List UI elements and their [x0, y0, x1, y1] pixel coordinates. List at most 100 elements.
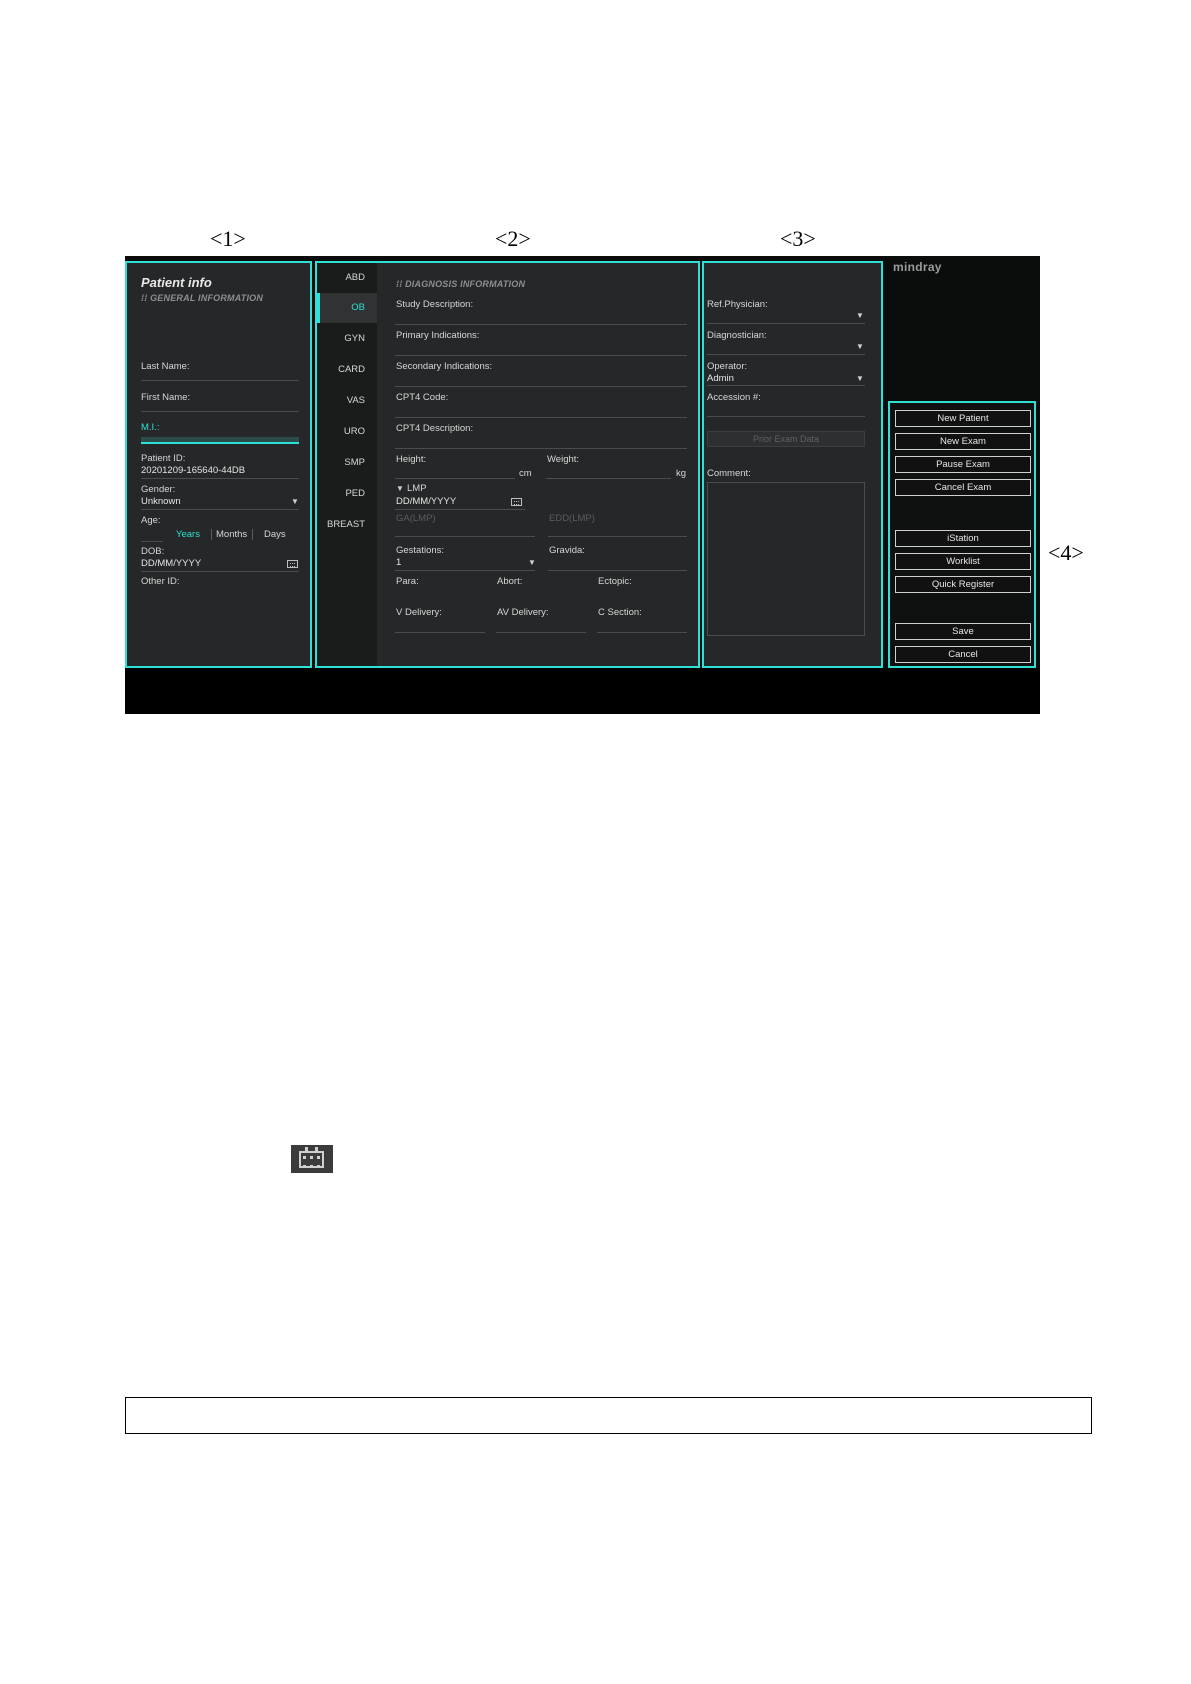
- gestations-select[interactable]: 1: [396, 557, 401, 568]
- age-label: Age:: [141, 515, 161, 526]
- primary-indications-input[interactable]: [395, 355, 687, 356]
- operator-label: Operator:: [707, 361, 748, 372]
- age-unit-days[interactable]: Days: [264, 529, 286, 540]
- v-delivery-input[interactable]: [395, 632, 485, 633]
- tab-ped[interactable]: PED: [317, 479, 377, 509]
- study-description-input[interactable]: [395, 324, 687, 325]
- tab-breast[interactable]: BREAST: [317, 510, 377, 540]
- comment-label: Comment:: [707, 468, 751, 479]
- patient-id-label: Patient ID:: [141, 453, 186, 464]
- age-unit-years[interactable]: Years: [176, 529, 200, 540]
- general-info-section: ⁞⁞ GENERAL INFORMATION: [141, 293, 264, 303]
- save-button[interactable]: Save: [895, 623, 1031, 640]
- accession-input[interactable]: [707, 416, 865, 417]
- cpt4-code-input[interactable]: [395, 417, 687, 418]
- secondary-indications-input[interactable]: [395, 386, 687, 387]
- c-section-input[interactable]: [597, 632, 687, 633]
- gestations-dropdown-icon[interactable]: ▼: [528, 558, 536, 567]
- callout-1: <1>: [210, 226, 246, 251]
- mi-input[interactable]: [141, 437, 299, 444]
- prior-exam-data-button[interactable]: Prior Exam Data: [707, 431, 865, 447]
- lmp-label: LMP: [407, 483, 427, 494]
- mi-label: M.I.:: [141, 422, 160, 433]
- lmp-expand-icon[interactable]: ▼: [396, 484, 404, 493]
- worklist-button[interactable]: Worklist: [895, 553, 1031, 570]
- tab-gyn[interactable]: GYN: [317, 324, 377, 354]
- height-unit: cm: [519, 468, 532, 479]
- ref-physician-select[interactable]: [707, 323, 865, 324]
- last-name-label: Last Name:: [141, 361, 190, 372]
- callout-4: <4>: [1048, 540, 1084, 565]
- gender-select[interactable]: Unknown: [141, 496, 181, 507]
- study-description-label: Study Description:: [396, 299, 474, 310]
- patient-id-value[interactable]: 20201209-165640-44DB: [141, 465, 245, 476]
- lmp-calendar-icon[interactable]: [511, 498, 522, 506]
- gender-dropdown-icon[interactable]: ▼: [291, 497, 299, 506]
- tab-smp[interactable]: SMP: [317, 448, 377, 478]
- weight-unit: kg: [676, 468, 687, 479]
- note-box: [125, 1397, 1092, 1434]
- operator-select[interactable]: Admin: [707, 373, 734, 384]
- v-delivery-label: V Delivery:: [396, 607, 442, 618]
- age-unit-months[interactable]: Months: [216, 529, 247, 540]
- dob-label: DOB:: [141, 546, 165, 557]
- gestations-label: Gestations:: [396, 545, 445, 556]
- tab-uro[interactable]: URO: [317, 417, 377, 447]
- abort-label: Abort:: [497, 576, 523, 587]
- edd-lmp-label: EDD(LMP): [549, 513, 595, 524]
- gender-label: Gender:: [141, 484, 176, 495]
- av-delivery-input[interactable]: [496, 632, 586, 633]
- exam-type-tabs: ABD OB GYN CARD VAS URO SMP PED BREAST: [317, 263, 377, 666]
- height-input[interactable]: [395, 478, 515, 479]
- callout-3: <3>: [780, 226, 816, 251]
- lmp-input[interactable]: DD/MM/YYYY: [396, 496, 456, 507]
- height-label: Height:: [396, 454, 427, 465]
- last-name-input[interactable]: [141, 380, 299, 381]
- tab-abd[interactable]: ABD: [317, 263, 377, 293]
- comment-textarea[interactable]: [707, 482, 865, 636]
- c-section-label: C Section:: [598, 607, 642, 618]
- diagnostician-select[interactable]: [707, 354, 865, 355]
- primary-indications-label: Primary Indications:: [396, 330, 480, 341]
- weight-input[interactable]: [546, 478, 671, 479]
- pause-exam-button[interactable]: Pause Exam: [895, 456, 1031, 473]
- bottom-bar: [125, 668, 1040, 714]
- accession-label: Accession #:: [707, 392, 761, 403]
- dob-input[interactable]: DD/MM/YYYY: [141, 558, 201, 569]
- gravida-label: Gravida:: [549, 545, 585, 556]
- istation-button[interactable]: iStation: [895, 530, 1031, 547]
- diagnosis-panel: ABD OB GYN CARD VAS URO SMP PED BREAST ⁞…: [315, 261, 700, 668]
- gravida-input[interactable]: [548, 570, 687, 571]
- other-id-label: Other ID:: [141, 576, 180, 587]
- cpt4-description-label: CPT4 Description:: [396, 423, 474, 434]
- first-name-input[interactable]: [141, 411, 299, 412]
- diagnostician-label: Diagnostician:: [707, 330, 767, 341]
- quick-register-button[interactable]: Quick Register: [895, 576, 1031, 593]
- av-delivery-label: AV Delivery:: [497, 607, 549, 618]
- ga-lmp-label: GA(LMP): [396, 513, 436, 524]
- first-name-label: First Name:: [141, 392, 191, 403]
- tab-ob[interactable]: OB: [317, 293, 377, 323]
- cpt4-code-label: CPT4 Code:: [396, 392, 449, 403]
- cpt4-description-input[interactable]: [395, 448, 687, 449]
- operator-dropdown-icon[interactable]: ▼: [856, 374, 864, 383]
- new-exam-button[interactable]: New Exam: [895, 433, 1031, 450]
- patient-info-panel: Patient info ⁞⁞ GENERAL INFORMATION Last…: [125, 261, 312, 668]
- callout-2: <2>: [495, 226, 531, 251]
- age-input[interactable]: [141, 541, 163, 542]
- action-buttons-panel: New Patient New Exam Pause Exam Cancel E…: [888, 401, 1036, 668]
- calendar-icon[interactable]: [287, 560, 298, 568]
- ectopic-label: Ectopic:: [598, 576, 632, 587]
- cancel-button[interactable]: Cancel: [895, 646, 1031, 663]
- brand-logo: mindray: [893, 260, 942, 274]
- weight-label: Weight:: [547, 454, 580, 465]
- diagnosis-info-section: ⁞⁞ DIAGNOSIS INFORMATION: [396, 279, 526, 289]
- tab-vas[interactable]: VAS: [317, 386, 377, 416]
- panel-title: Patient info: [141, 275, 212, 290]
- patient-info-screen: Patient info ⁞⁞ GENERAL INFORMATION Last…: [125, 256, 1040, 714]
- ref-physician-dropdown-icon[interactable]: ▼: [856, 311, 864, 320]
- tab-card[interactable]: CARD: [317, 355, 377, 385]
- cancel-exam-button[interactable]: Cancel Exam: [895, 479, 1031, 496]
- new-patient-button[interactable]: New Patient: [895, 410, 1031, 427]
- diagnostician-dropdown-icon[interactable]: ▼: [856, 342, 864, 351]
